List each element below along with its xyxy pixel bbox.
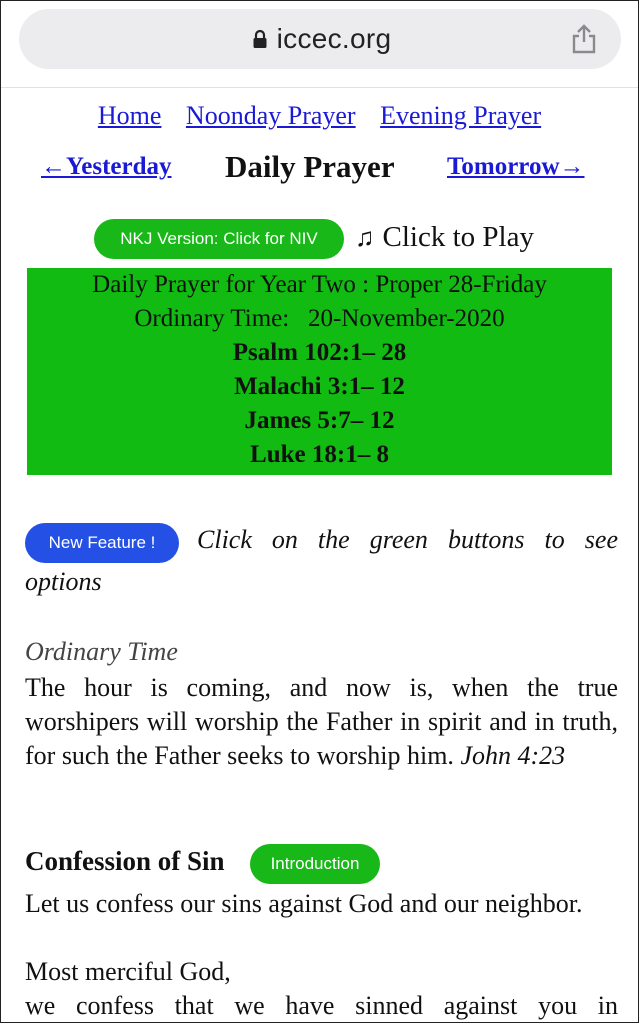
music-note-icon: ♫ xyxy=(355,222,375,252)
tomorrow-link[interactable]: Tomorrow→ xyxy=(447,153,585,181)
opening-sentence: The hour is coming, and now is, when the… xyxy=(25,671,618,773)
nav-home-link[interactable]: Home xyxy=(98,101,162,130)
confession-header: Confession of Sin Introduction xyxy=(25,844,620,888)
verse-reference: John 4:23 xyxy=(460,741,566,770)
nav-noonday-link[interactable]: Noonday Prayer xyxy=(186,101,356,130)
phone-screen: iccec.org Home Noonday Prayer Evening Pr… xyxy=(0,0,639,1023)
reading-james[interactable]: James 5:7– 12 xyxy=(27,404,612,438)
season-label: Ordinary Time xyxy=(25,637,178,666)
top-navigation: Home Noonday Prayer Evening Prayer xyxy=(1,101,638,131)
version-row: NKJ Version: Click for NIV ♫ Click to Pl… xyxy=(1,219,638,263)
feature-text-line2: options xyxy=(25,567,102,596)
feature-text-line1: Click on the green buttons to see xyxy=(197,525,618,554)
page-title: Daily Prayer xyxy=(225,149,395,184)
version-toggle-button[interactable]: NKJ Version: Click for NIV xyxy=(94,219,344,259)
readings-date: Ordinary Time: 20-November-2020 xyxy=(134,305,505,332)
readings-box: Daily Prayer for Year Two : Proper 28-Fr… xyxy=(27,268,612,475)
share-icon[interactable] xyxy=(569,23,599,55)
address-bar-content: iccec.org xyxy=(19,9,621,69)
browser-top-bar: iccec.org xyxy=(1,1,638,88)
confession-line2: we confess that we have sinned against y… xyxy=(25,991,618,1020)
play-audio-button[interactable]: ♫ Click to Play xyxy=(355,221,534,254)
address-bar[interactable]: iccec.org xyxy=(19,9,621,69)
confession-title: Confession of Sin xyxy=(25,846,225,876)
nav-evening-link[interactable]: Evening Prayer xyxy=(380,101,541,130)
reading-luke[interactable]: Luke 18:1– 8 xyxy=(27,438,612,472)
introduction-button[interactable]: Introduction xyxy=(250,844,380,884)
play-label: Click to Play xyxy=(382,221,534,253)
new-feature-button[interactable]: New Feature ! xyxy=(25,523,179,563)
day-navigation: ←Yesterday Daily Prayer Tomorrow→ xyxy=(1,149,638,189)
lock-icon xyxy=(249,28,271,50)
reading-malachi[interactable]: Malachi 3:1– 12 xyxy=(27,370,612,404)
yesterday-link[interactable]: ←Yesterday xyxy=(41,153,172,181)
readings-heading: Daily Prayer for Year Two : Proper 28-Fr… xyxy=(92,271,547,298)
reading-psalm[interactable]: Psalm 102:1– 28 xyxy=(27,336,612,370)
confession-invitation: Let us confess our sins against God and … xyxy=(25,889,583,918)
confession-line1: Most merciful God, xyxy=(25,957,231,986)
url-text: iccec.org xyxy=(276,23,392,54)
